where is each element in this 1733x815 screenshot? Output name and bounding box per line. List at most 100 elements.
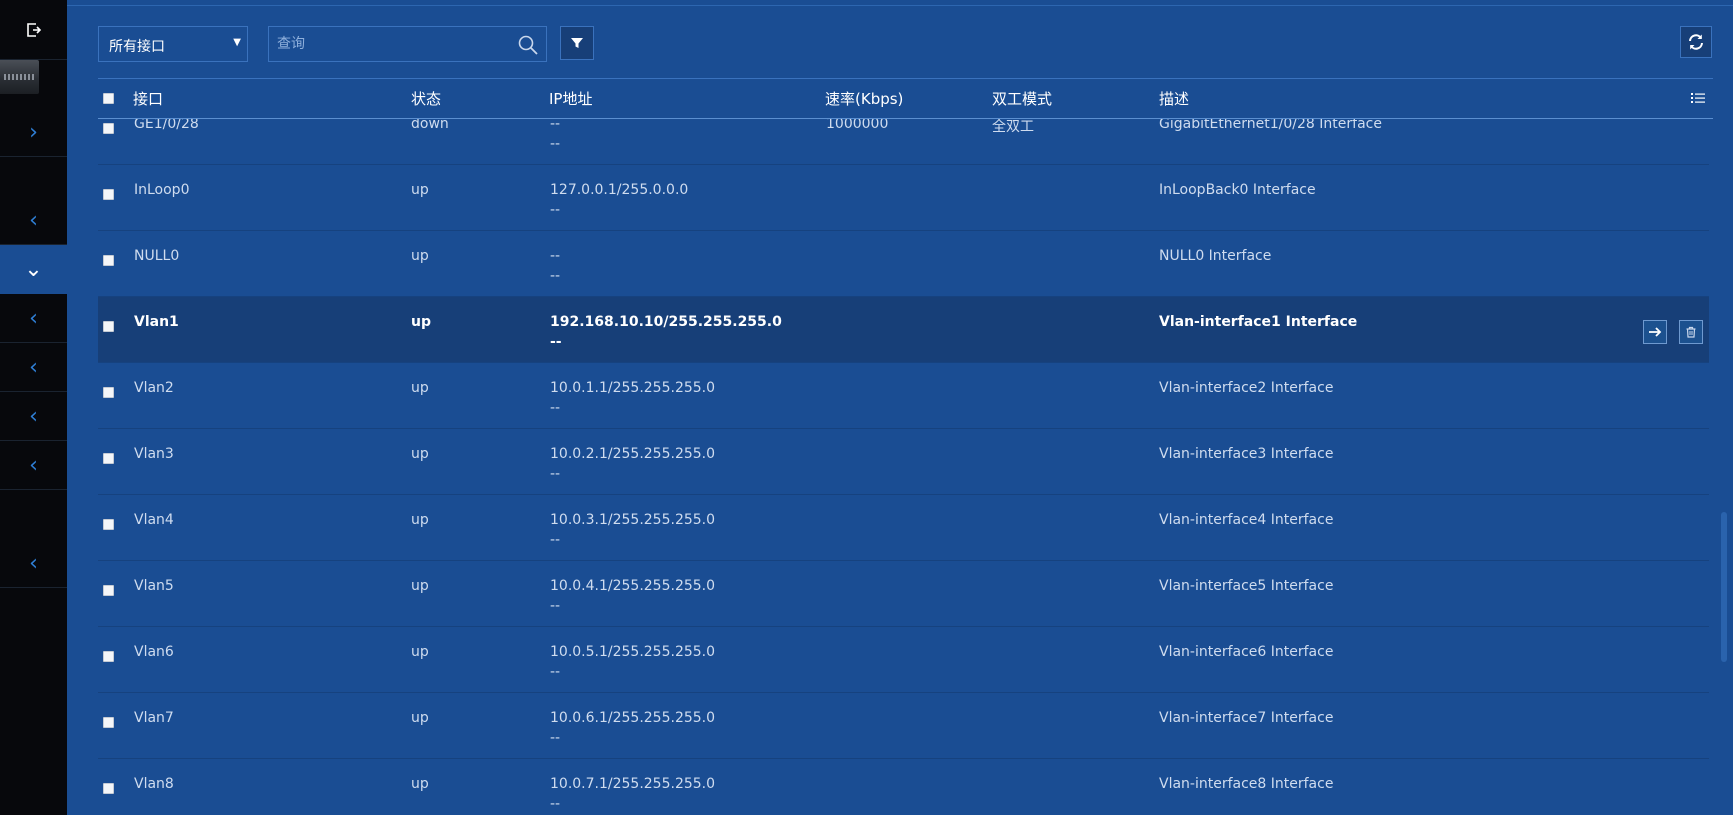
cell-interface: Vlan2 [134,380,174,396]
sidebar-item-4[interactable]: ‹ [0,294,67,343]
row-checkbox[interactable] [103,123,114,134]
filter-icon [571,38,583,48]
chevron-right-icon: › [29,119,38,145]
cell-interface: GE1/0/28 [134,119,199,132]
table-row[interactable]: Vlan3 up 10.0.2.1/255.255.255.0 Vlan-interf… [98,429,1709,495]
col-header-ip[interactable]: IP地址 [549,88,592,109]
cell-interface: Vlan1 [134,314,179,330]
cell-description: NULL0 Interface [1159,248,1272,264]
sidebar-item-8[interactable]: ‹ [0,539,67,588]
list-icon[interactable] [1691,92,1705,104]
table-row[interactable]: Vlan1 up 192.168.10.10/255.255.255.0 Vlan-i… [98,297,1709,363]
logout-button[interactable] [0,0,67,60]
cell-ip-secondary: -- [550,598,561,614]
scrollbar-thumb[interactable] [1721,512,1727,662]
table-row[interactable]: Vlan5 up 10.0.4.1/255.255.255.0 Vlan-interf… [98,561,1709,627]
cell-description: InLoopBack0 Interface [1159,182,1316,198]
scrollbar-track[interactable] [1720,120,1728,810]
arrow-right-icon [1649,327,1662,337]
table-row[interactable]: Vlan6 up 10.0.5.1/255.255.255.0 Vlan-interf… [98,627,1709,693]
cell-description: Vlan-interface6 Interface [1159,644,1334,660]
goto-button[interactable] [1643,320,1667,344]
sidebar-item-1[interactable]: › [0,108,67,157]
table-body: GE1/0/28 down -- 1000000 全双工 GigabitEthernet1… [98,119,1709,815]
cell-ip-secondary: -- [550,268,561,284]
logout-icon [26,22,41,37]
row-checkbox[interactable] [103,651,114,662]
cell-interface: Vlan7 [134,710,174,726]
cell-ip: -- [550,119,561,132]
cell-interface: Vlan4 [134,512,174,528]
col-header-description[interactable]: 描述 [1159,88,1189,109]
table-row[interactable]: Vlan4 up 10.0.3.1/255.255.255.0 Vlan-interf… [98,495,1709,561]
cell-ip: 10.0.4.1/255.255.255.0 [550,578,716,594]
chevron-left-icon: ‹ [29,354,38,380]
cell-interface: Vlan8 [134,776,174,792]
cell-duplex: 全双工 [992,119,1034,135]
table-row[interactable]: InLoop0 up 127.0.0.1/255.0.0.0 InLoopBack0 … [98,165,1709,231]
chevron-left-icon: ‹ [29,452,38,478]
refresh-icon [1689,34,1703,50]
cell-ip: 10.0.2.1/255.255.255.0 [550,446,716,462]
chevron-left-icon: ‹ [29,403,38,429]
cell-description: Vlan-interface1 Interface [1159,314,1358,330]
col-header-rate[interactable]: 速率(Kbps) [825,88,903,109]
row-checkbox[interactable] [103,189,114,200]
cell-description: Vlan-interface5 Interface [1159,578,1334,594]
toolbar: 所有接口 ▼ [98,26,1733,62]
cell-interface: Vlan3 [134,446,174,462]
cell-status: down [411,119,449,132]
cell-ip: 10.0.3.1/255.255.255.0 [550,512,716,528]
cell-ip: 127.0.0.1/255.0.0.0 [550,182,689,198]
refresh-button[interactable] [1680,26,1712,58]
cell-status: up [411,182,429,198]
table-row[interactable]: Vlan8 up 10.0.7.1/255.255.255.0 Vlan-interf… [98,759,1709,815]
delete-button[interactable] [1679,320,1703,344]
table-row[interactable]: Vlan2 up 10.0.1.1/255.255.255.0 Vlan-interf… [98,363,1709,429]
row-checkbox[interactable] [103,783,114,794]
row-checkbox[interactable] [103,387,114,398]
search-icon[interactable] [516,33,540,57]
table-row[interactable]: Vlan7 up 10.0.6.1/255.255.255.0 Vlan-interf… [98,693,1709,759]
cell-ip-secondary: -- [550,334,562,350]
row-checkbox[interactable] [103,519,114,530]
cell-interface: Vlan5 [134,578,174,594]
row-checkbox[interactable] [103,255,114,266]
sidebar-item-3[interactable]: ⌄ [0,245,67,294]
chevron-left-icon: ‹ [29,550,38,576]
cell-description: Vlan-interface3 Interface [1159,446,1334,462]
row-checkbox[interactable] [103,453,114,464]
cell-ip: 10.0.7.1/255.255.255.0 [550,776,716,792]
cell-status: up [411,710,429,726]
table-row[interactable]: NULL0 up -- NULL0 Interface -- [98,231,1709,297]
cell-description: Vlan-interface8 Interface [1159,776,1334,792]
chevron-left-icon: ‹ [29,305,38,331]
cell-ip: 10.0.1.1/255.255.255.0 [550,380,716,396]
main-panel: 所有接口 ▼ 接口 状态 [67,0,1733,815]
table-header: 接口 状态 IP地址 速率(Kbps) 双工模式 描述 [98,78,1713,119]
cell-ip: 192.168.10.10/255.255.255.0 [550,314,782,330]
sidebar-item-5[interactable]: ‹ [0,343,67,392]
select-all-checkbox[interactable] [103,93,114,104]
cell-description: Vlan-interface4 Interface [1159,512,1334,528]
search-input[interactable] [269,27,509,61]
row-checkbox[interactable] [103,321,114,332]
col-header-interface[interactable]: 接口 [133,88,163,109]
caret-down-icon: ▼ [233,37,241,48]
sidebar-item-2[interactable]: ‹ [0,196,67,245]
row-checkbox[interactable] [103,717,114,728]
interface-filter-select[interactable]: 所有接口 ▼ [98,26,248,62]
cell-ip-secondary: -- [550,730,561,746]
chevron-down-icon: ⌄ [24,256,43,282]
col-header-duplex[interactable]: 双工模式 [992,88,1052,109]
col-header-status[interactable]: 状态 [411,88,441,109]
cell-ip: 10.0.6.1/255.255.255.0 [550,710,716,726]
row-actions [1643,320,1703,344]
sidebar-item-7[interactable]: ‹ [0,441,67,490]
search-box [268,26,547,62]
filter-button[interactable] [560,26,594,60]
row-checkbox[interactable] [103,585,114,596]
sidebar-item-6[interactable]: ‹ [0,392,67,441]
table-row[interactable]: GE1/0/28 down -- 1000000 全双工 GigabitEthernet1… [98,119,1709,165]
cell-status: up [411,248,429,264]
